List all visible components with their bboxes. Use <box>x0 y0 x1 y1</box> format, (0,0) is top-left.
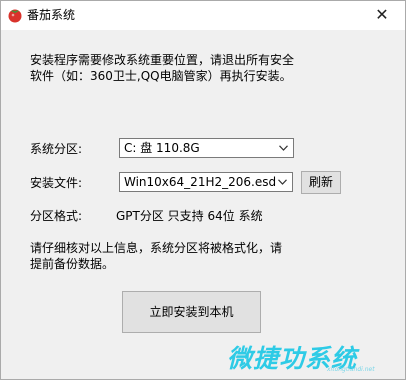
watermark-url: xitongtiandi.net <box>327 366 375 373</box>
partition-label: 系统分区: <box>30 142 83 156</box>
window-title: 番茄系统 <box>27 8 76 22</box>
partition-value: C: 盘 110.8G <box>124 141 200 155</box>
watermark: 微捷功系统 xitongtiandi.net <box>227 339 405 379</box>
title-bar[interactable]: 番茄系统 ✕ <box>1 1 405 30</box>
warning-line-2: 提前备份数据。 <box>30 257 115 271</box>
warning-line-1: 请仔细核对以上信息，系统分区将被格式化，请 <box>30 241 283 255</box>
chevron-down-icon <box>278 179 287 185</box>
notice-text: 安装程序需要修改系统重要位置，请退出所有安全 软件（如：360卫士,QQ电脑管家… <box>30 52 330 84</box>
tomato-icon <box>8 9 22 23</box>
file-label: 安装文件: <box>30 176 83 190</box>
refresh-label: 刷新 <box>308 175 333 189</box>
file-value: Win10x64_21H2_206.esd <box>124 175 277 189</box>
install-button[interactable]: 立即安装到本机 <box>122 291 261 333</box>
refresh-button[interactable]: 刷新 <box>301 171 341 194</box>
installer-window: 番茄系统 ✕ 安装程序需要修改系统重要位置，请退出所有安全 软件（如：360卫士… <box>0 0 406 380</box>
close-icon: ✕ <box>375 5 389 24</box>
notice-line-2: 软件（如：360卫士,QQ电脑管家）再执行安装。 <box>30 69 292 83</box>
close-button[interactable]: ✕ <box>359 1 405 30</box>
chevron-down-icon <box>279 145 288 151</box>
format-label: 分区格式: <box>30 209 83 223</box>
notice-line-1: 安装程序需要修改系统重要位置，请退出所有安全 <box>30 53 295 67</box>
install-label: 立即安装到本机 <box>149 305 234 319</box>
warning-text: 请仔细核对以上信息，系统分区将被格式化，请 提前备份数据。 <box>30 240 370 272</box>
format-value: GPT分区 只支持 64位 系统 <box>116 209 263 223</box>
partition-select[interactable]: C: 盘 110.8G <box>119 138 294 158</box>
file-select[interactable]: Win10x64_21H2_206.esd <box>119 172 293 192</box>
